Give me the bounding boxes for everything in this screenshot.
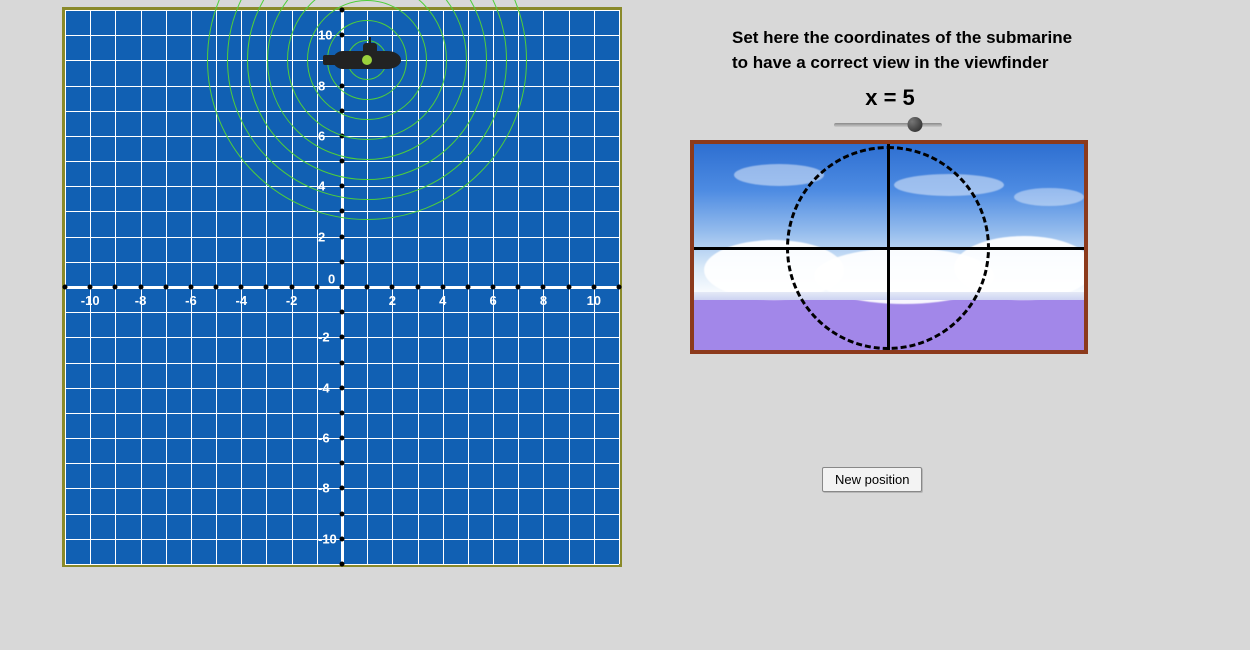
sonar-ring [207,0,527,220]
slider-track [834,123,942,127]
coordinate-grid: -10-8-6-4-22468100108642-2-4-6-8-10 [62,7,622,567]
x-tick-label: 10 [587,293,601,308]
x-value-label: x = 5 [690,85,1090,111]
instructions-line-2: to have a correct view in the viewfinder [732,53,1049,72]
viewfinder [690,140,1088,354]
x-tick-label: 4 [439,293,446,308]
x-tick-label: -8 [135,293,147,308]
slider-thumb[interactable] [908,117,923,132]
x-tick-label: 8 [540,293,547,308]
y-tick-label: -6 [318,431,330,446]
cloud [1014,188,1084,206]
y-tick-label: -8 [318,481,330,496]
y-tick-label: -4 [318,380,330,395]
x-tick-label: -2 [286,293,298,308]
instructions-text: Set here the coordinates of the submarin… [732,26,1132,75]
y-tick-label: 2 [318,229,325,244]
x-tick-label: -4 [235,293,247,308]
new-position-button[interactable]: New position [822,467,922,492]
crosshair-circle [786,146,990,350]
origin-label: 0 [328,272,335,287]
x-slider[interactable] [834,120,942,130]
x-tick-label: 6 [489,293,496,308]
y-tick-label: -2 [318,330,330,345]
x-tick-label: -6 [185,293,197,308]
submarine-icon[interactable] [333,51,401,69]
instructions-line-1: Set here the coordinates of the submarin… [732,28,1072,47]
x-tick-label: -10 [81,293,100,308]
x-tick-label: 2 [389,293,396,308]
y-tick-label: -10 [318,531,337,546]
